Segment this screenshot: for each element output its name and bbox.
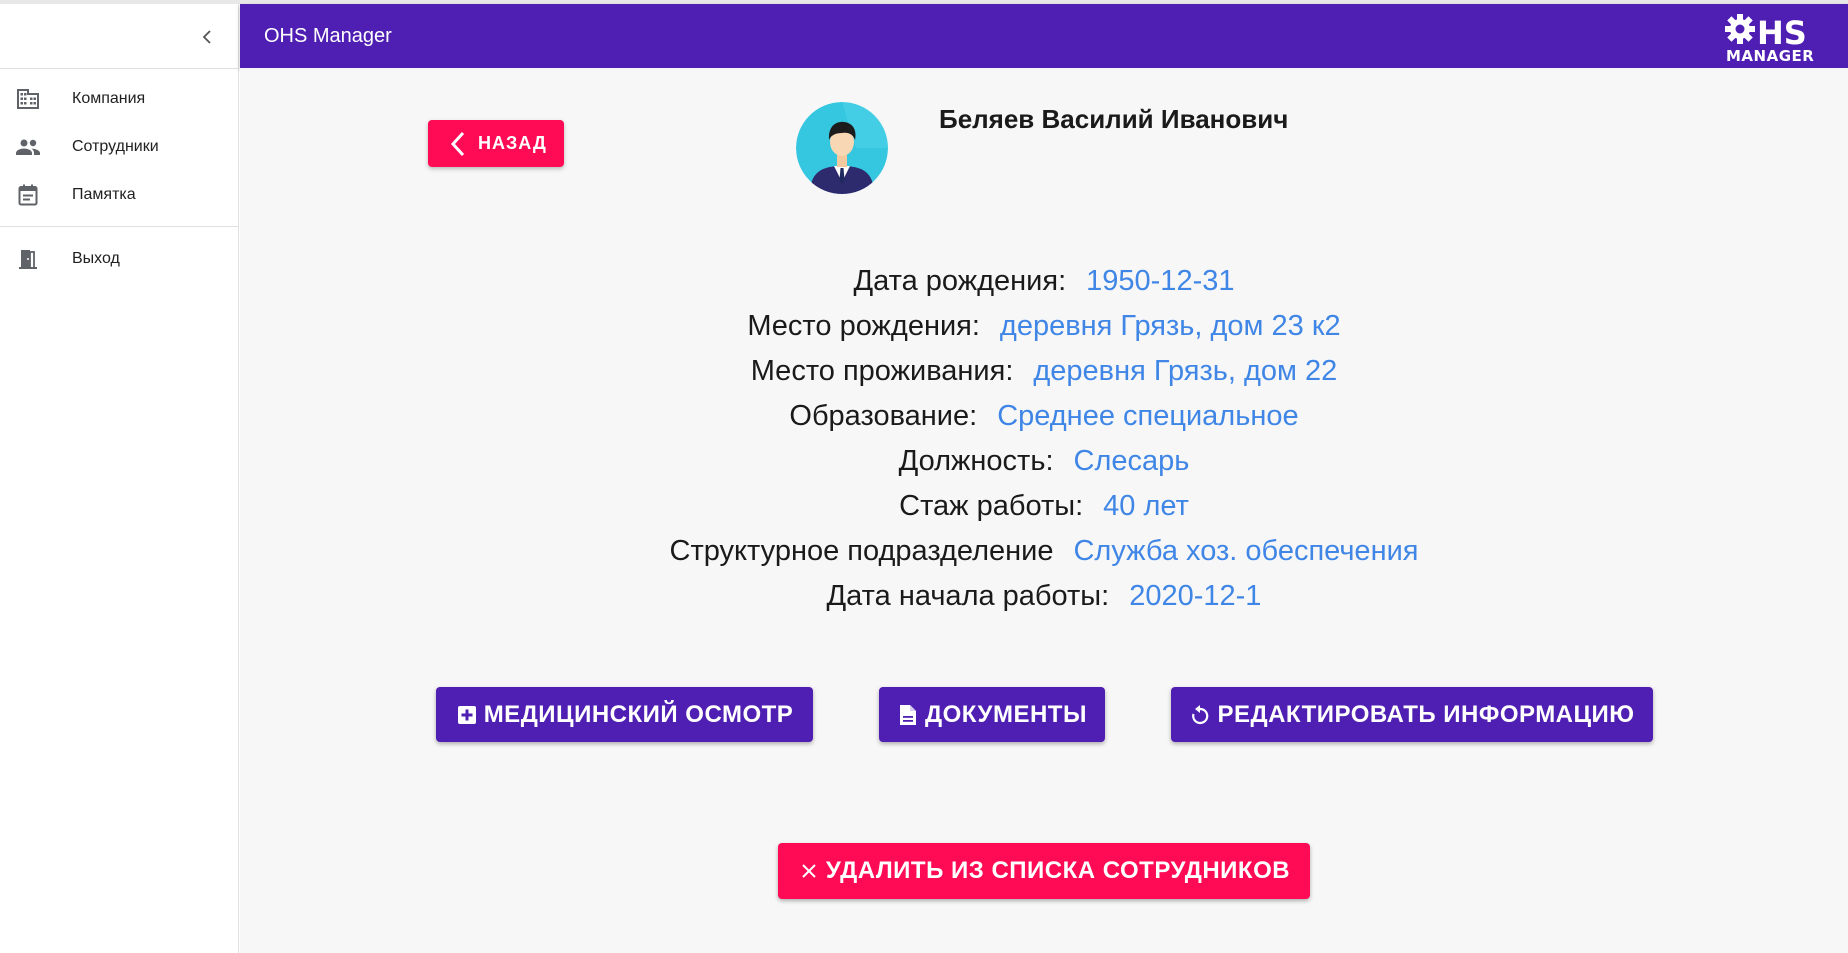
- info-label: Место рождения:: [747, 310, 980, 342]
- building-icon: [16, 87, 40, 111]
- info-label: Образование:: [789, 400, 978, 432]
- info-value: деревня Грязь, дом 23 к2: [999, 310, 1341, 342]
- people-icon: [16, 135, 40, 159]
- info-row-department: Структурное подразделение Служба хоз. об…: [240, 529, 1848, 574]
- info-value: 40 лет: [1103, 490, 1189, 522]
- medical-exam-button[interactable]: МЕДИЦИНСКИЙ ОСМОТР: [436, 687, 813, 742]
- info-value: Служба хоз. обеспечения: [1073, 535, 1419, 567]
- medical-plus-icon: [456, 704, 478, 726]
- app-bar: OHS Manager HS MANAGER: [240, 4, 1848, 68]
- chevron-left-icon: [202, 30, 211, 44]
- sidebar-item-label: Сотрудники: [72, 138, 159, 155]
- sidebar: Компания Сотрудники Памятка Выход: [0, 4, 239, 953]
- employee-name: Беляев Василий Иванович: [939, 104, 1289, 134]
- info-label: Должность:: [898, 445, 1054, 477]
- exit-door-icon: [16, 247, 40, 271]
- sidebar-nav: Компания Сотрудники Памятка Выход: [0, 69, 238, 283]
- info-label: Место проживания:: [750, 355, 1014, 387]
- info-label: Стаж работы:: [899, 490, 1084, 522]
- main-content: НАЗАД Беляев Василий Иванович Дата рожде…: [240, 68, 1848, 953]
- sidebar-item-company[interactable]: Компания: [0, 75, 238, 123]
- info-row-education: Образование: Среднее специальное: [240, 394, 1848, 439]
- delete-employee-button[interactable]: УДАЛИТЬ ИЗ СПИСКА СОТРУДНИКОВ: [778, 843, 1310, 899]
- sidebar-item-employees[interactable]: Сотрудники: [0, 123, 238, 171]
- info-value: 1950-12-31: [1086, 265, 1235, 297]
- sidebar-item-label: Выход: [72, 250, 120, 267]
- info-label: Структурное подразделение: [669, 535, 1054, 567]
- info-row-birth-date: Дата рождения: 1950-12-31: [240, 259, 1848, 304]
- sidebar-header: [0, 4, 238, 69]
- collapse-sidebar-button[interactable]: [194, 24, 220, 50]
- edit-info-label: РЕДАКТИРОВАТЬ ИНФОРМАЦИЮ: [1217, 700, 1635, 728]
- document-icon: [897, 704, 919, 726]
- back-button-label: НАЗАД: [478, 133, 547, 153]
- sidebar-item-memo[interactable]: Памятка: [0, 171, 238, 219]
- sidebar-divider: [0, 226, 238, 227]
- info-row-residence: Место проживания: деревня Грязь, дом 22: [240, 349, 1848, 394]
- info-value: деревня Грязь, дом 22: [1033, 355, 1338, 387]
- svg-text:MANAGER: MANAGER: [1726, 47, 1814, 65]
- info-row-experience: Стаж работы: 40 лет: [240, 484, 1848, 529]
- info-value: Слесарь: [1073, 445, 1190, 477]
- calendar-note-icon: [16, 183, 40, 207]
- ohs-manager-logo: HS MANAGER: [1724, 11, 1824, 65]
- delete-employee-label: УДАЛИТЬ ИЗ СПИСКА СОТРУДНИКОВ: [825, 857, 1291, 884]
- app-title: OHS Manager: [264, 24, 392, 47]
- chevron-left-icon: [450, 131, 465, 156]
- sidebar-item-logout[interactable]: Выход: [0, 235, 238, 283]
- employee-info: Дата рождения: 1950-12-31 Место рождения…: [240, 259, 1848, 619]
- edit-info-button[interactable]: РЕДАКТИРОВАТЬ ИНФОРМАЦИЮ: [1171, 687, 1653, 742]
- documents-button[interactable]: ДОКУМЕНТЫ: [879, 687, 1105, 742]
- employee-avatar: [796, 102, 888, 194]
- info-row-start-date: Дата начала работы: 2020-12-1: [240, 574, 1848, 619]
- info-label: Дата начала работы:: [826, 580, 1110, 612]
- info-row-birth-place: Место рождения: деревня Грязь, дом 23 к2: [240, 304, 1848, 349]
- info-label: Дата рождения:: [853, 265, 1067, 297]
- info-row-position: Должность: Слесарь: [240, 439, 1848, 484]
- medical-exam-label: МЕДИЦИНСКИЙ ОСМОТР: [483, 700, 794, 728]
- sidebar-item-label: Памятка: [72, 186, 136, 203]
- info-value: Среднее специальное: [997, 400, 1299, 432]
- back-button[interactable]: НАЗАД: [428, 120, 564, 167]
- documents-label: ДОКУМЕНТЫ: [925, 700, 1087, 728]
- info-value: 2020-12-1: [1129, 580, 1262, 612]
- refresh-icon: [1189, 704, 1211, 726]
- sidebar-item-label: Компания: [72, 90, 146, 107]
- close-icon: [798, 860, 820, 882]
